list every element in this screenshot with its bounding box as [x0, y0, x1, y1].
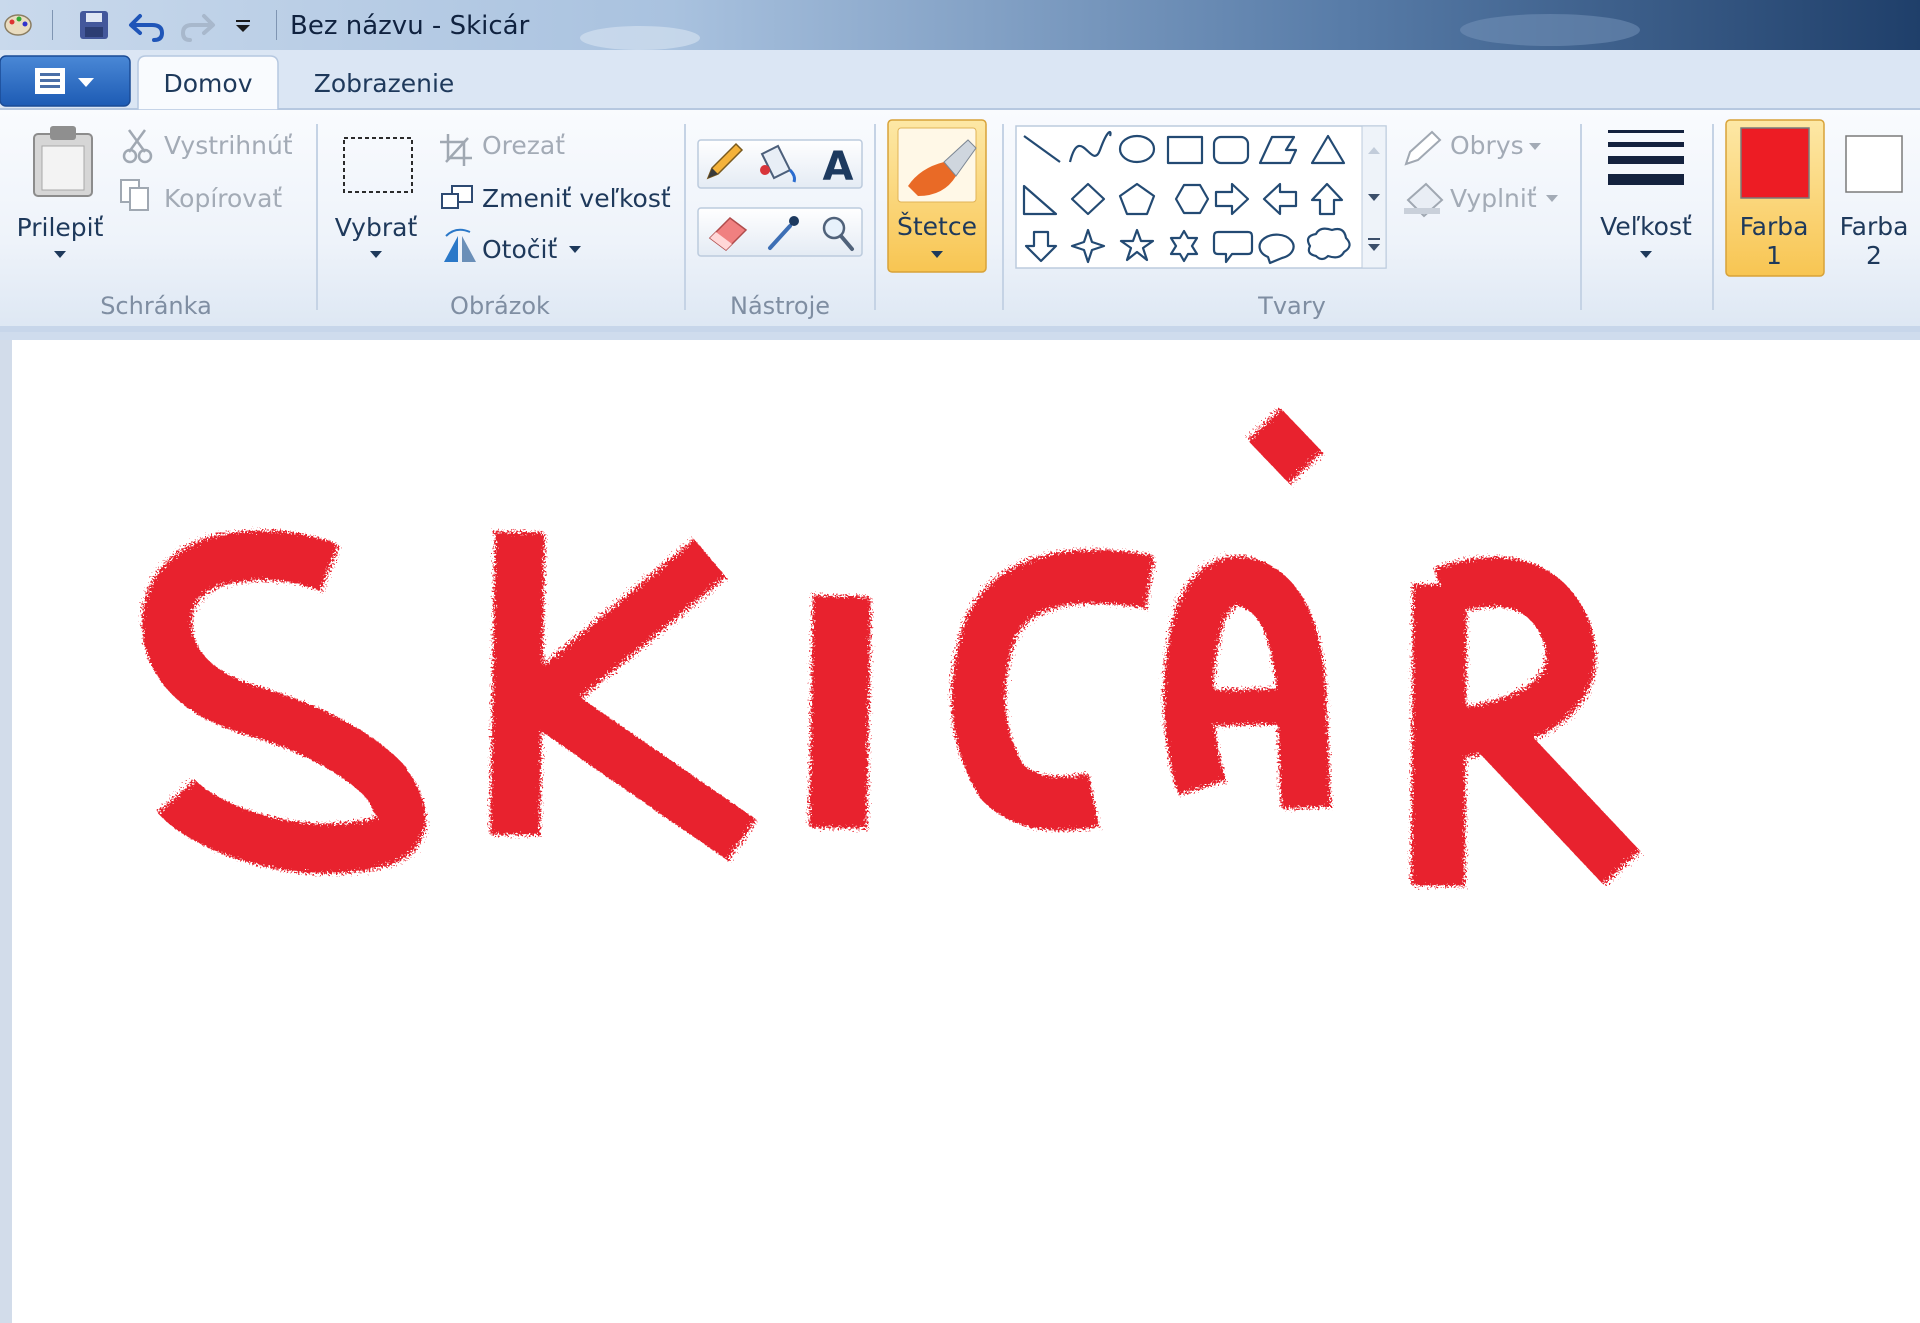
color-1-swatch [1740, 127, 1810, 199]
window-title: Bez názvu - Skicár [290, 11, 530, 41]
brushes-button[interactable]: Štetce [887, 119, 987, 273]
file-menu-button[interactable] [0, 55, 131, 107]
crop-label: Orezať [482, 131, 565, 160]
group-label-nastroje: Nástroje [730, 292, 830, 320]
color-1-label-line1: Farba [1740, 212, 1809, 241]
resize-label: Zmeniť veľkosť [482, 184, 671, 213]
rotate-label: Otočiť [482, 235, 557, 264]
title-bar [0, 0, 1920, 50]
drawn-accent [1247, 408, 1323, 484]
brushes-label: Štetce [897, 211, 977, 241]
svg-text:A: A [823, 144, 854, 190]
drawn-letter-a-crossbar [1205, 688, 1297, 726]
tab-zobrazenie-label: Zobrazenie [314, 69, 455, 98]
color-2-label-line2: 2 [1866, 241, 1882, 270]
size-label: Veľkosť [1600, 212, 1692, 241]
paint-app-icon[interactable] [4, 14, 32, 36]
group-label-obrazok: Obrázok [450, 292, 550, 320]
cut-label: Vystrihnúť [164, 131, 293, 160]
canvas-workspace-edge [0, 340, 12, 1323]
save-icon[interactable] [80, 11, 108, 39]
paste-label: Prilepiť [17, 213, 104, 242]
drawn-letter-r-stem [1411, 583, 1467, 887]
tab-bar [0, 50, 1920, 110]
tab-domov-label: Domov [164, 69, 253, 98]
group-label-tvary: Tvary [1257, 292, 1326, 320]
select-label: Vybrať [335, 213, 418, 242]
drawn-letter-k-stem [490, 531, 545, 836]
tab-zobrazenie[interactable]: Zobrazenie [314, 69, 455, 98]
fill-label: Vyplniť [1450, 184, 1537, 213]
color-2-swatch [1845, 135, 1903, 193]
drawn-letter-i [809, 595, 871, 829]
color-1-label-line2: 1 [1766, 241, 1782, 270]
fill-button[interactable]: Vyplniť [1404, 182, 1558, 218]
color-2-label-line1: Farba [1840, 212, 1909, 241]
shapes-gallery [1015, 125, 1387, 269]
tab-domov[interactable]: Domov [137, 55, 279, 111]
text-tool-icon[interactable]: A [823, 144, 854, 190]
outline-label: Obrys [1450, 131, 1524, 160]
group-label-schranka: Schránka [100, 292, 212, 320]
paint-window: Bez názvu - Skicár Domov Zobrazenie Pril… [0, 0, 1920, 1323]
color-1-button[interactable]: Farba 1 [1725, 119, 1825, 277]
copy-label: Kopírovať [164, 184, 282, 213]
